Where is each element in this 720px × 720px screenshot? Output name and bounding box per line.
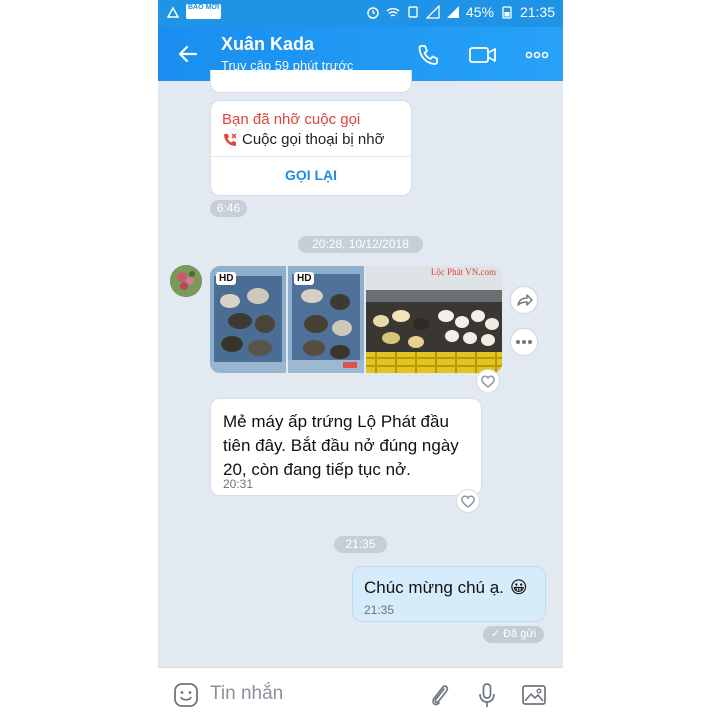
clock: 21:35 [519, 4, 555, 20]
microphone-icon[interactable] [473, 681, 501, 709]
cell-signal-icon-2 [446, 6, 459, 18]
photo-2[interactable]: HD [288, 266, 364, 373]
message-text: Chúc mừng chú ạ. [364, 578, 504, 597]
contact-avatar[interactable] [170, 265, 202, 297]
contact-name[interactable]: Xuân Kada [221, 34, 314, 55]
check-icon: ✓ [490, 628, 501, 640]
incubator-chicks-image [366, 266, 502, 373]
hd-badge: HD [216, 272, 237, 285]
message-input[interactable]: Tin nhắn [210, 683, 283, 705]
divider [211, 156, 411, 157]
react-button[interactable] [476, 369, 500, 393]
missed-call-card: Bạn đã nhỡ cuộc gọi Cuộc gọi thoại bị nh… [210, 100, 412, 196]
missed-call-icon [224, 132, 237, 146]
previous-call-card [210, 70, 412, 93]
message-time: 21:35 [364, 603, 395, 617]
attachment-icon[interactable] [426, 681, 454, 709]
back-arrow-icon[interactable] [176, 42, 200, 66]
share-arrow-icon [517, 294, 533, 306]
image-icon[interactable] [520, 681, 548, 709]
baomoi-badge: BÁO MỚI [186, 4, 222, 19]
alarm-icon [367, 7, 379, 19]
status-bar: BÁO MỚI 45% 21:35 [158, 0, 563, 27]
photo-1[interactable]: HD [210, 266, 286, 373]
photo-3[interactable]: Lộc Phát VN.com [366, 266, 502, 373]
video-call-icon[interactable] [468, 42, 498, 68]
react-button[interactable] [456, 489, 480, 513]
sim-icon [408, 6, 418, 18]
wifi-icon [386, 8, 400, 17]
more-dots-icon [516, 340, 532, 344]
more-options-button[interactable] [510, 328, 538, 356]
time-divider: 21:35 [334, 536, 387, 553]
signal-notification-icon [166, 5, 180, 18]
date-divider: 20:28, 10/12/2018 [298, 236, 423, 253]
share-button[interactable] [510, 286, 538, 314]
avatar-image [170, 265, 202, 297]
sent-status-text: Đã gửi [503, 628, 537, 640]
chat-screen: BÁO MỚI 45% 21:35 Xuân Kada Truy cập 59 … [158, 0, 563, 720]
heart-icon [461, 495, 475, 508]
missed-call-title: Bạn đã nhỡ cuộc gọi [222, 111, 361, 128]
battery-percent: 45% [465, 4, 494, 20]
battery-icon [502, 6, 512, 19]
outgoing-message-content: Chúc mừng chú ạ. 😀 [364, 578, 528, 598]
missed-call-subtitle-text: Cuộc gọi thoại bị nhỡ [242, 131, 385, 148]
photo-watermark: Lộc Phát VN.com [430, 267, 496, 277]
message-text: Mẻ máy ấp trứng Lộ Phát đầu tiên đây. Bắ… [223, 412, 459, 479]
message-composer: Tin nhắn [158, 667, 563, 720]
outgoing-message[interactable]: Chúc mừng chú ạ. 😀 21:35 [352, 566, 546, 622]
cell-signal-icon [425, 5, 440, 19]
more-icon[interactable] [524, 42, 550, 68]
incoming-message[interactable]: Mẻ máy ấp trứng Lộ Phát đầu tiên đây. Bắ… [210, 398, 482, 496]
call-back-button[interactable]: GỌI LẠI [211, 167, 411, 183]
heart-icon [481, 375, 495, 388]
sent-status-badge: ✓ Đã gửi [483, 626, 544, 643]
emoji-icon[interactable] [172, 681, 200, 709]
missed-call-subtitle: Cuộc gọi thoại bị nhỡ [222, 131, 384, 148]
missed-call-time: 6:46 [210, 200, 247, 217]
smile-emoji-icon: 😀 [509, 578, 528, 597]
hd-badge: HD [294, 272, 315, 285]
photo-album[interactable]: HD HD Lộc Phát VN.com [210, 266, 502, 373]
message-time: 20:31 [223, 477, 254, 491]
phone-icon[interactable] [415, 42, 441, 68]
